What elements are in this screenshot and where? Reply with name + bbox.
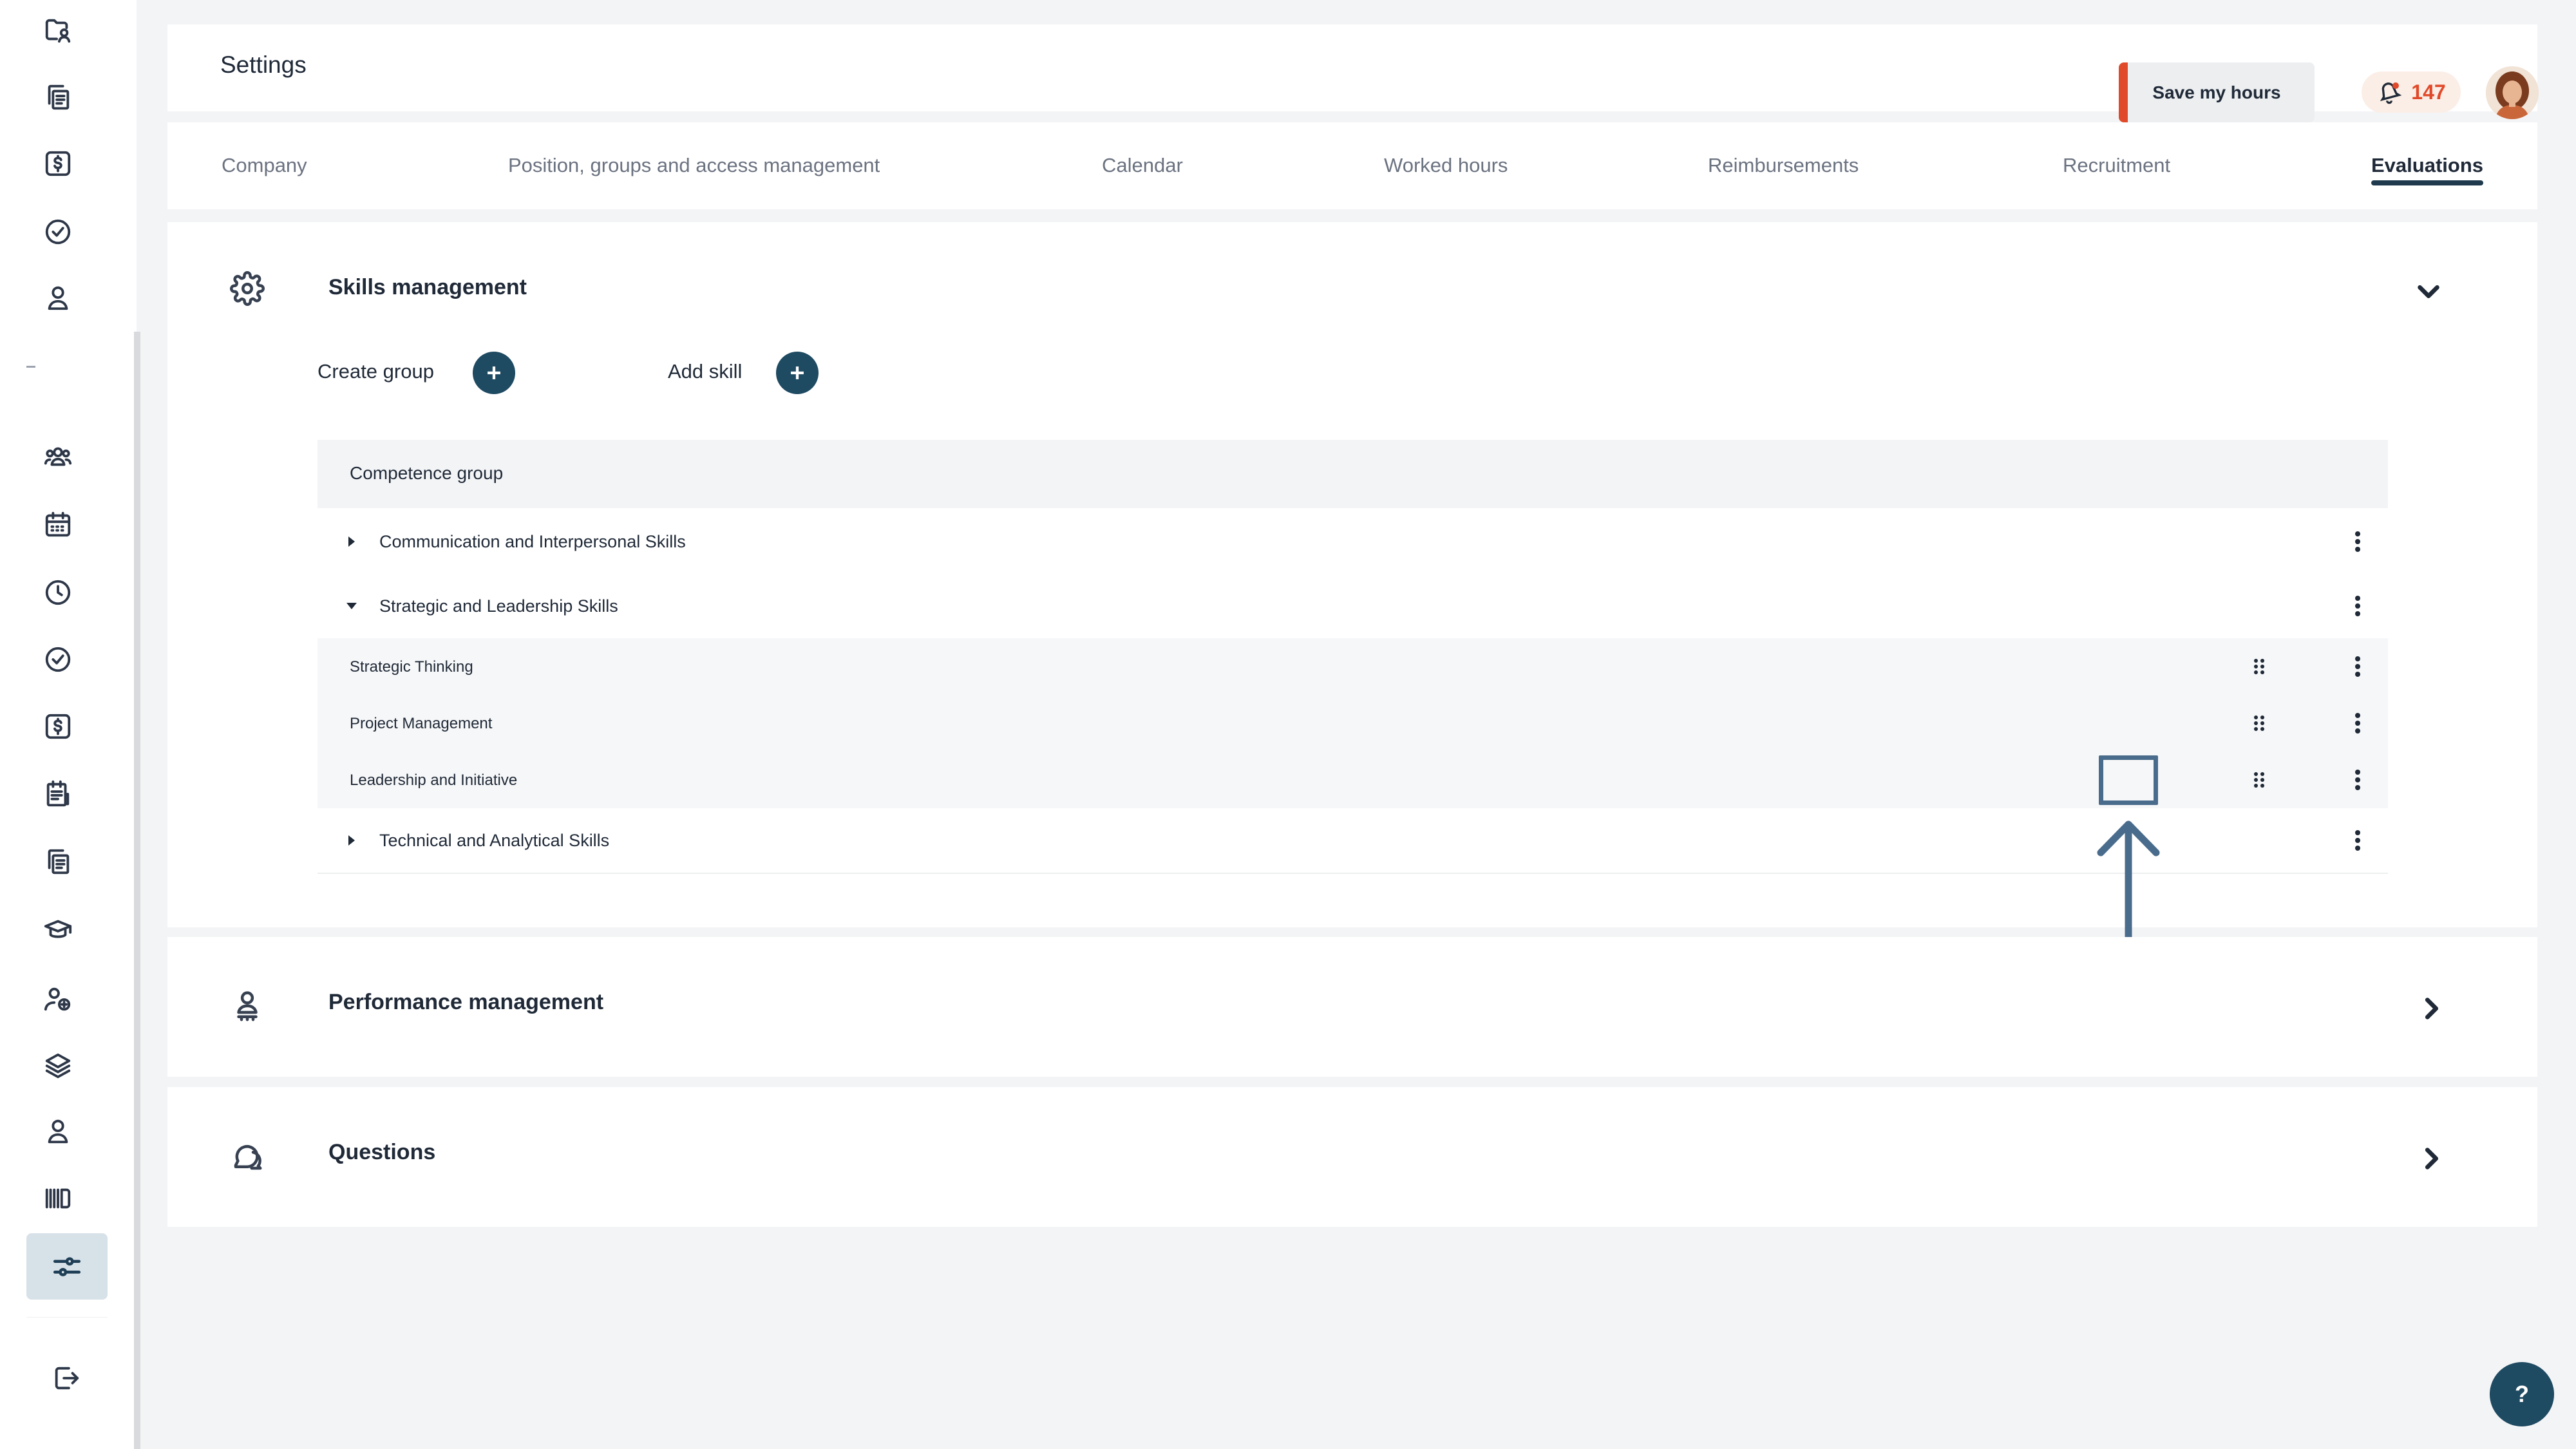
language-selector[interactable]: EN	[2566, 67, 2576, 118]
group-label: Strategic and Leadership Skills	[379, 596, 618, 616]
group-label: Technical and Analytical Skills	[379, 831, 610, 850]
active-tab-indicator	[2371, 180, 2483, 185]
tab-company[interactable]: Company	[222, 154, 307, 177]
skill-label: Leadership and Initiative	[350, 772, 518, 789]
plus-icon	[488, 366, 500, 379]
bell-icon	[2380, 82, 2402, 104]
kebab-menu-icon[interactable]	[2345, 526, 2371, 558]
add-skill-button[interactable]	[776, 352, 819, 394]
settings-tabs: Company Position, groups and access mana…	[167, 122, 2537, 209]
help-button[interactable]: ?	[2490, 1362, 2554, 1426]
person-tree-icon	[230, 989, 265, 1024]
drag-handle-icon[interactable]	[2246, 654, 2272, 679]
check-circle-icon[interactable]	[40, 214, 76, 250]
skills-management-section: Skills management Create group Add skill…	[167, 222, 2537, 927]
tab-calendar[interactable]: Calendar	[1102, 154, 1183, 177]
save-button-label: Save my hours	[2152, 82, 2281, 102]
performance-management-section[interactable]: Performance management	[167, 937, 2537, 1077]
competence-table-header: Competence group	[317, 440, 2388, 508]
group-row[interactable]: Strategic and Leadership Skills	[317, 574, 2388, 639]
drag-handle-highlight	[2099, 755, 2158, 805]
tab-recruitment[interactable]: Recruitment	[2063, 154, 2170, 177]
arrow-up-icon	[2094, 817, 2163, 949]
gear-icon	[230, 271, 265, 306]
drag-handle-icon[interactable]	[2246, 710, 2272, 736]
tab-reimbursements[interactable]: Reimbursements	[1708, 154, 1859, 177]
sidebar	[0, 0, 137, 1449]
barcode-icon[interactable]	[40, 1180, 76, 1217]
kebab-menu-icon[interactable]	[2345, 764, 2371, 796]
tab-evaluations[interactable]: Evaluations	[2371, 154, 2483, 177]
questions-section[interactable]: Questions	[167, 1087, 2537, 1227]
avatar[interactable]	[2486, 66, 2539, 119]
save-my-hours-button[interactable]: Save my hours	[2119, 62, 2315, 122]
create-group-button[interactable]	[473, 352, 515, 394]
graduation-icon[interactable]	[40, 912, 76, 948]
sliders-icon[interactable]	[26, 1233, 108, 1300]
calendar-icon[interactable]	[40, 506, 76, 542]
documents-icon[interactable]	[40, 844, 76, 880]
user-icon[interactable]	[40, 1113, 76, 1149]
check-circle-icon[interactable]	[40, 641, 76, 677]
notifications-button[interactable]: 147	[2362, 71, 2461, 113]
caret-right-icon[interactable]	[345, 833, 359, 848]
competence-group-column-header: Competence group	[350, 463, 504, 483]
save-button-accent	[2119, 62, 2128, 122]
folder-user-icon[interactable]	[40, 12, 76, 48]
performance-management-title: Performance management	[328, 990, 604, 1014]
chevron-right-icon[interactable]	[2413, 990, 2449, 1027]
chevron-right-icon[interactable]	[2413, 1141, 2449, 1177]
caret-right-icon[interactable]	[345, 535, 359, 549]
chat-bubble-icon	[230, 1139, 265, 1174]
team-icon[interactable]	[40, 438, 76, 474]
sidebar-divider	[26, 366, 35, 368]
kebab-menu-icon[interactable]	[2345, 650, 2371, 683]
skill-row[interactable]: Leadership and Initiative	[317, 752, 2388, 810]
tab-position-groups-access[interactable]: Position, groups and access management	[508, 154, 880, 177]
user-settings-icon[interactable]	[40, 981, 76, 1018]
user-icon[interactable]	[40, 279, 76, 316]
kebab-menu-icon[interactable]	[2345, 824, 2371, 857]
chevron-down-icon[interactable]	[2410, 273, 2447, 309]
skill-row[interactable]: Project Management	[317, 695, 2388, 753]
report-icon[interactable]	[40, 776, 76, 812]
top-bar: Settings Save my hours 147 EN	[167, 24, 2576, 122]
group-label: Communication and Interpersonal Skills	[379, 532, 686, 551]
notifications-count: 147	[2411, 80, 2446, 104]
group-row[interactable]: Communication and Interpersonal Skills	[317, 509, 2388, 575]
drag-handle-icon[interactable]	[2246, 767, 2272, 793]
skill-label: Project Management	[350, 715, 493, 732]
kebab-menu-icon[interactable]	[2345, 707, 2371, 739]
logout-icon[interactable]	[48, 1360, 84, 1396]
skill-label: Strategic Thinking	[350, 658, 473, 676]
group-row[interactable]: Technical and Analytical Skills	[317, 808, 2388, 874]
create-group-label: Create group	[317, 360, 434, 383]
skills-management-title: Skills management	[328, 275, 527, 299]
sidebar-scrollbar[interactable]	[134, 332, 140, 1449]
clock-icon[interactable]	[40, 574, 76, 611]
tab-worked-hours[interactable]: Worked hours	[1384, 154, 1508, 177]
dollar-icon[interactable]	[40, 708, 76, 744]
layers-icon[interactable]	[40, 1048, 76, 1084]
dollar-icon[interactable]	[40, 146, 76, 182]
page-title: Settings	[220, 52, 307, 78]
plus-icon	[791, 366, 804, 379]
questions-title: Questions	[328, 1140, 436, 1164]
caret-down-icon[interactable]	[345, 599, 359, 613]
documents-icon[interactable]	[40, 79, 76, 115]
skill-row[interactable]: Strategic Thinking	[317, 638, 2388, 696]
kebab-menu-icon[interactable]	[2345, 590, 2371, 622]
add-skill-label: Add skill	[668, 360, 743, 383]
